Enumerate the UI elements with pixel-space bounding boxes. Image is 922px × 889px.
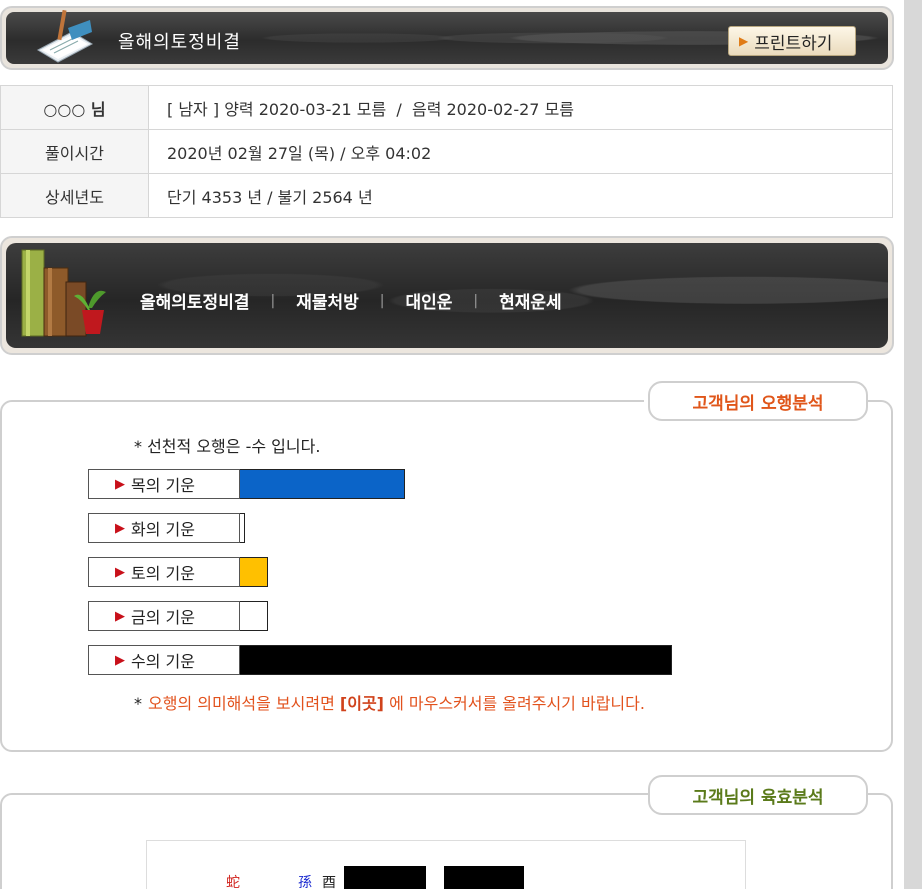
right-scrollbar-track[interactable]: [904, 0, 922, 889]
menu-item-relations[interactable]: 대인운: [405, 288, 452, 313]
menu-bar: 올해의토정비결 | 재물처방 | 대인운 | 현재운세: [140, 288, 562, 314]
menu-banner: 올해의토정비결 | 재물처방 | 대인운 | 현재운세: [0, 236, 894, 355]
ohang-bar-fill: [240, 469, 405, 499]
yukhyo-tab: 고객님의 육효분석: [648, 775, 868, 815]
menu-separator: |: [270, 292, 276, 309]
ohang-note: * 선천적 오행은 -수 입니다.: [134, 437, 321, 456]
triangle-right-icon: ▶: [115, 608, 125, 624]
year-value: 단기 4353 년 / 불기 2564 년: [148, 173, 893, 218]
ohang-hint: * 오행의 의미해석을 보시려면 [이곳] 에 마우스커서를 올려주시기 바랍니다…: [134, 690, 645, 714]
ohang-bar-row: ▶ 목의 기운: [88, 469, 405, 499]
ohang-tab-title: 고객님의 오행분석: [692, 393, 824, 414]
time-value: 2020년 02월 27일 (목) / 오후 04:02: [148, 129, 893, 174]
ohang-bar-label-text: 목의 기운: [131, 476, 195, 495]
menu-item-current-fortune[interactable]: 현재운세: [499, 288, 562, 313]
triangle-right-icon: ▶: [739, 34, 749, 48]
yukhyo-bar: [344, 866, 426, 889]
ohang-bar-fill: [240, 645, 672, 675]
ohang-bar-label-text: 수의 기운: [131, 652, 195, 671]
profile-info-table: ○○○ 님 [ 남자 ] 양력 2020-03-21 모름 / 음력 2020-…: [0, 85, 893, 218]
ohang-bar-label-text: 토의 기운: [131, 564, 195, 583]
menu-separator: |: [379, 292, 385, 309]
yukhyo-tab-title: 고객님의 육효분석: [692, 787, 824, 808]
ohang-bar-label: ▶ 수의 기운: [88, 645, 240, 675]
yukhyo-bar: [444, 866, 524, 889]
ohang-bar-label: ▶ 금의 기운: [88, 601, 240, 631]
yukhyo-char: 蛇: [226, 875, 240, 889]
title-banner: 올해의토정비결 ▶ 프린트하기: [0, 6, 894, 70]
ohang-bar-fill: [240, 557, 268, 587]
table-row: ○○○ 님 [ 남자 ] 양력 2020-03-21 모름 / 음력 2020-…: [0, 85, 893, 130]
gender-value: [ 남자 ]: [167, 99, 220, 119]
year-label: 상세년도: [0, 173, 149, 218]
menu-separator: |: [473, 292, 479, 309]
table-row: 풀이시간 2020년 02월 27일 (목) / 오후 04:02: [0, 129, 893, 174]
ohang-bar-row: ▶ 수의 기운: [88, 645, 672, 675]
ohang-bar-row: ▶ 금의 기운: [88, 601, 268, 631]
time-label: 풀이시간: [0, 129, 149, 174]
birth-info-cell: [ 남자 ] 양력 2020-03-21 모름 / 음력 2020-02-27 …: [148, 85, 893, 130]
yukhyo-char: 孫: [298, 875, 312, 889]
customer-name: ○○○ 님: [0, 85, 149, 130]
ohang-bar-label-text: 화의 기운: [131, 520, 195, 539]
books-plant-icon: [21, 249, 106, 337]
print-button-label: 프린트하기: [754, 33, 833, 54]
pen-book-icon: [36, 10, 94, 63]
ohang-bar-row: ▶ 토의 기운: [88, 557, 268, 587]
hint-text-pre: 오행의 의미해석을 보시려면: [148, 694, 340, 713]
triangle-right-icon: ▶: [115, 652, 125, 668]
ohang-bar-label: ▶ 토의 기운: [88, 557, 240, 587]
triangle-right-icon: ▶: [115, 476, 125, 492]
triangle-right-icon: ▶: [115, 564, 125, 580]
ohang-bar-label-text: 금의 기운: [131, 608, 195, 627]
menu-item-tojeong[interactable]: 올해의토정비결: [140, 288, 249, 313]
ohang-bar-row: ▶ 화의 기운: [88, 513, 245, 543]
hint-star: *: [134, 694, 142, 713]
triangle-right-icon: ▶: [115, 520, 125, 536]
page-title: 올해의토정비결: [118, 32, 241, 53]
table-row: 상세년도 단기 4353 년 / 불기 2564 년: [0, 173, 893, 218]
menu-item-wealth[interactable]: 재물처방: [296, 288, 359, 313]
birth-value: 양력 2020-03-21 모름 / 음력 2020-02-27 모름: [224, 99, 575, 119]
ohang-bar-fill: [240, 601, 268, 631]
ohang-bar-label: ▶ 목의 기운: [88, 469, 240, 499]
ohang-bar-label: ▶ 화의 기운: [88, 513, 240, 543]
hint-text-post: 에 마우스커서를 올려주시기 바랍니다.: [383, 694, 645, 713]
ohang-tab: 고객님의 오행분석: [648, 381, 868, 421]
ohang-bar-fill: [240, 513, 245, 543]
print-button[interactable]: ▶ 프린트하기: [728, 26, 856, 56]
yukhyo-char: 酉: [322, 875, 336, 889]
hint-link[interactable]: [이곳]: [340, 694, 384, 713]
